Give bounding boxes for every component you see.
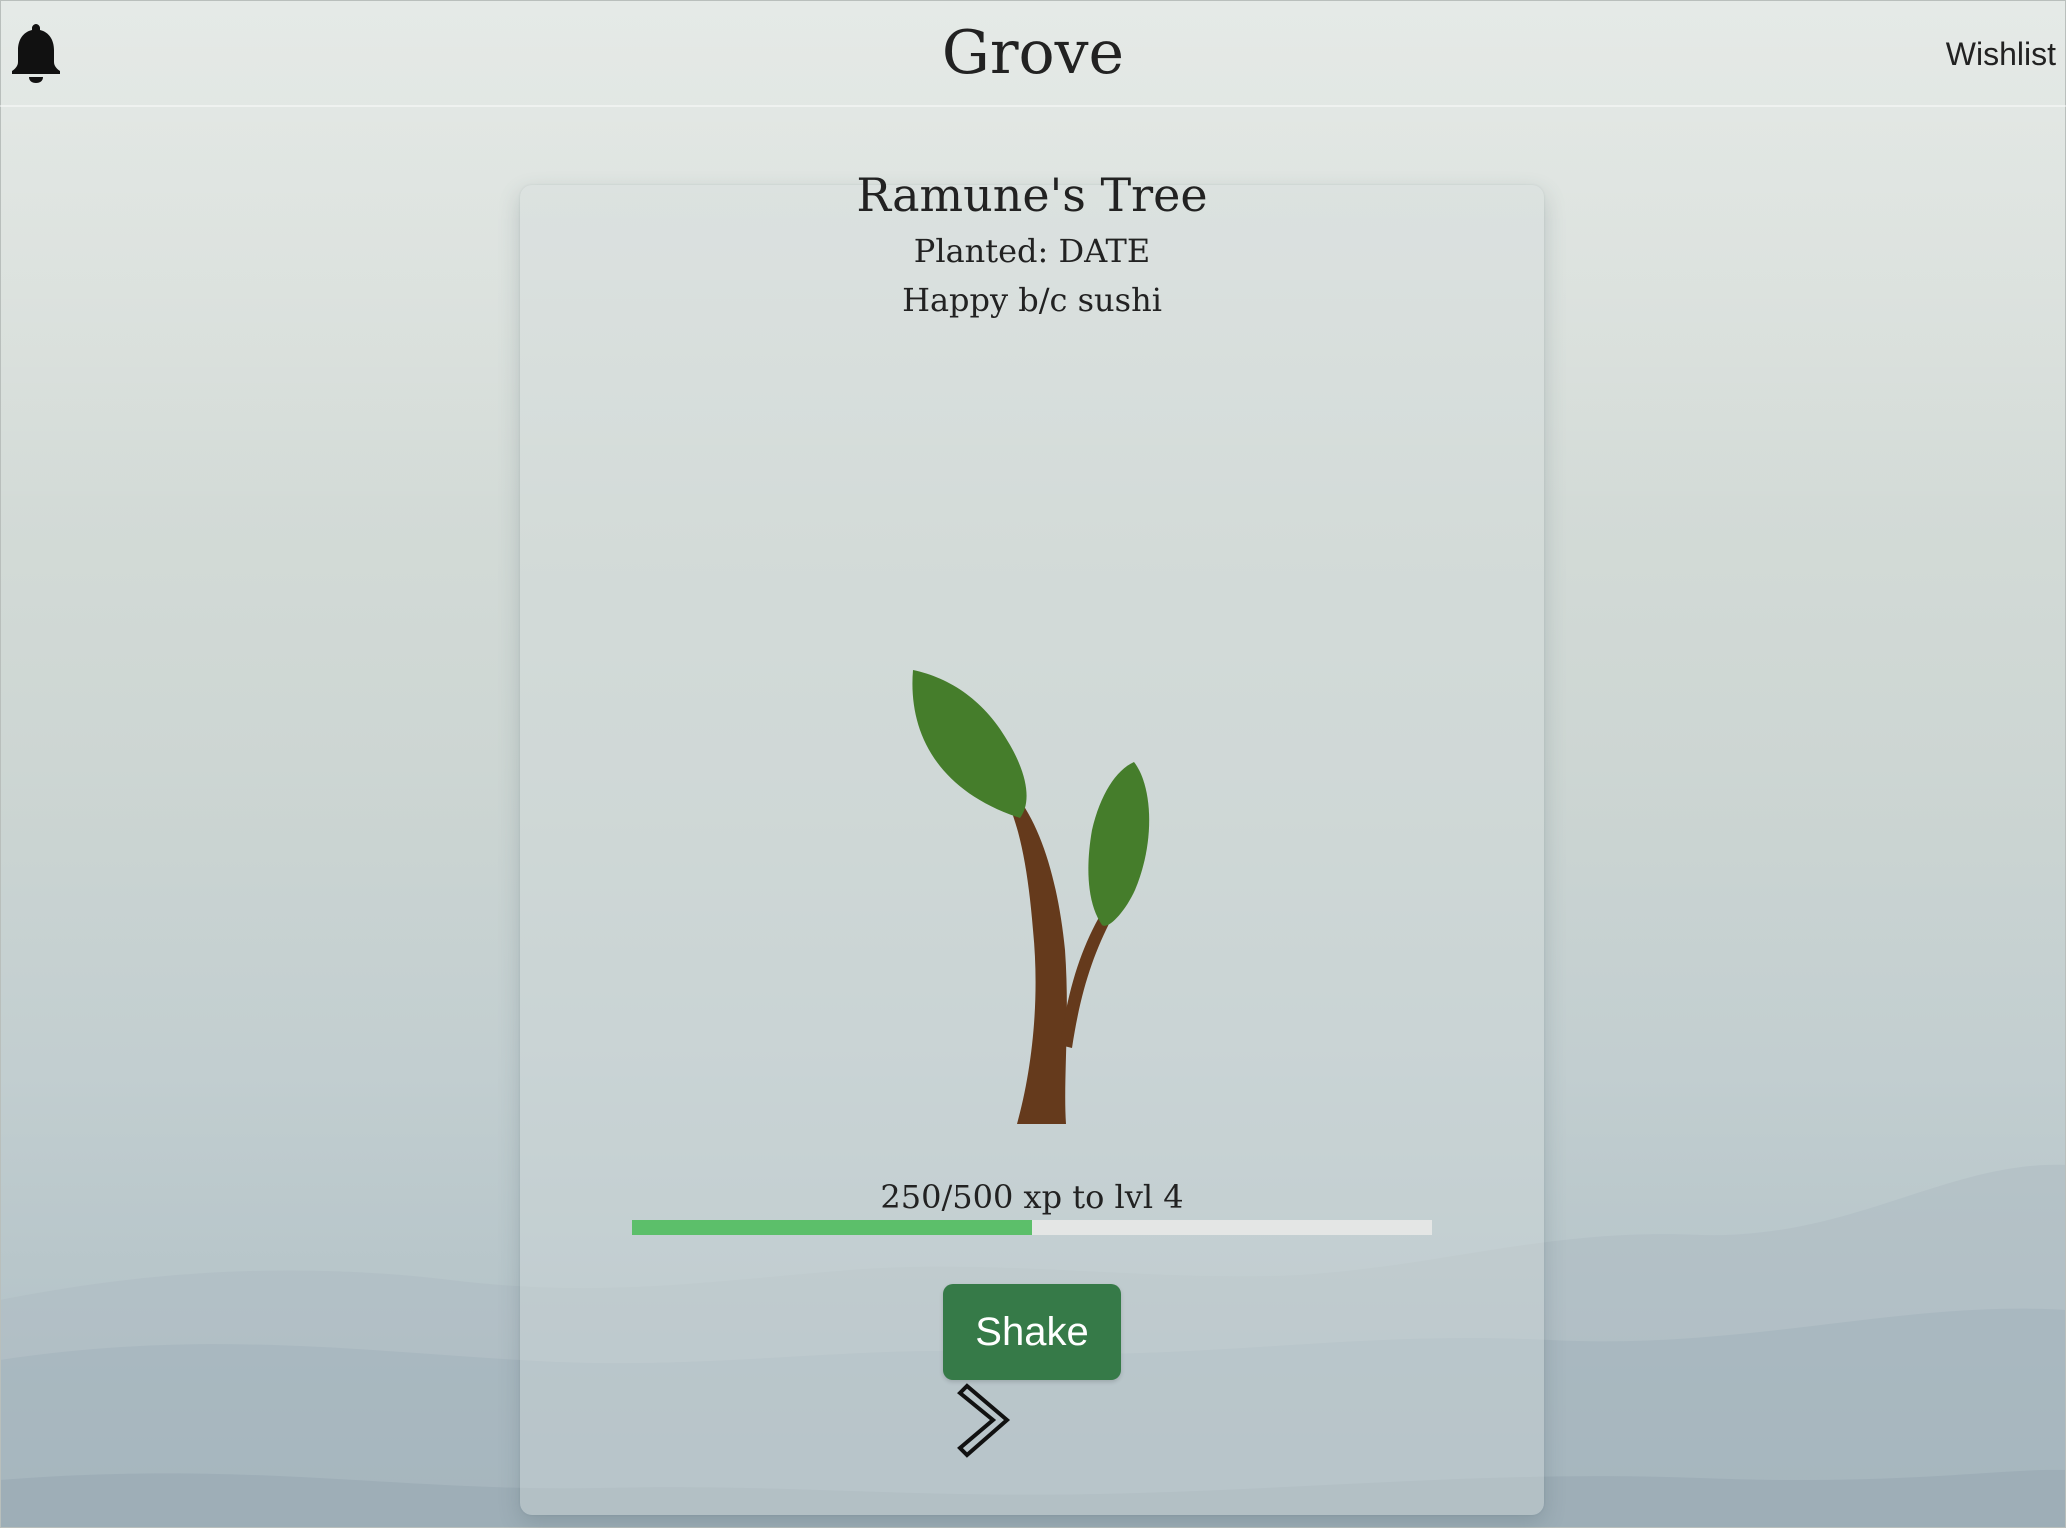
left-leaf xyxy=(912,670,1027,818)
tree-mood: Happy b/c sushi xyxy=(902,281,1162,319)
planted-date: Planted: DATE xyxy=(913,232,1151,270)
xp-progress-label: 250/500 xp to lvl 4 xyxy=(880,1178,1184,1216)
sapling-illustration xyxy=(912,670,1150,1124)
chevron-right-icon[interactable] xyxy=(955,1383,1015,1458)
shake-button[interactable]: Shake xyxy=(943,1284,1121,1380)
bell-icon[interactable] xyxy=(10,22,62,84)
tree-branch xyxy=(1060,912,1112,1048)
xp-progress-bar xyxy=(632,1220,1432,1235)
tree-title: Ramune's Tree xyxy=(856,168,1208,222)
right-leaf xyxy=(1088,762,1150,926)
app-brand-title: Grove xyxy=(941,18,1125,88)
top-bar: Grove Wishlist xyxy=(0,0,2066,107)
xp-progress-fill xyxy=(632,1220,1032,1235)
wishlist-link[interactable]: Wishlist xyxy=(1946,34,2056,74)
tree-trunk xyxy=(1003,788,1067,1124)
